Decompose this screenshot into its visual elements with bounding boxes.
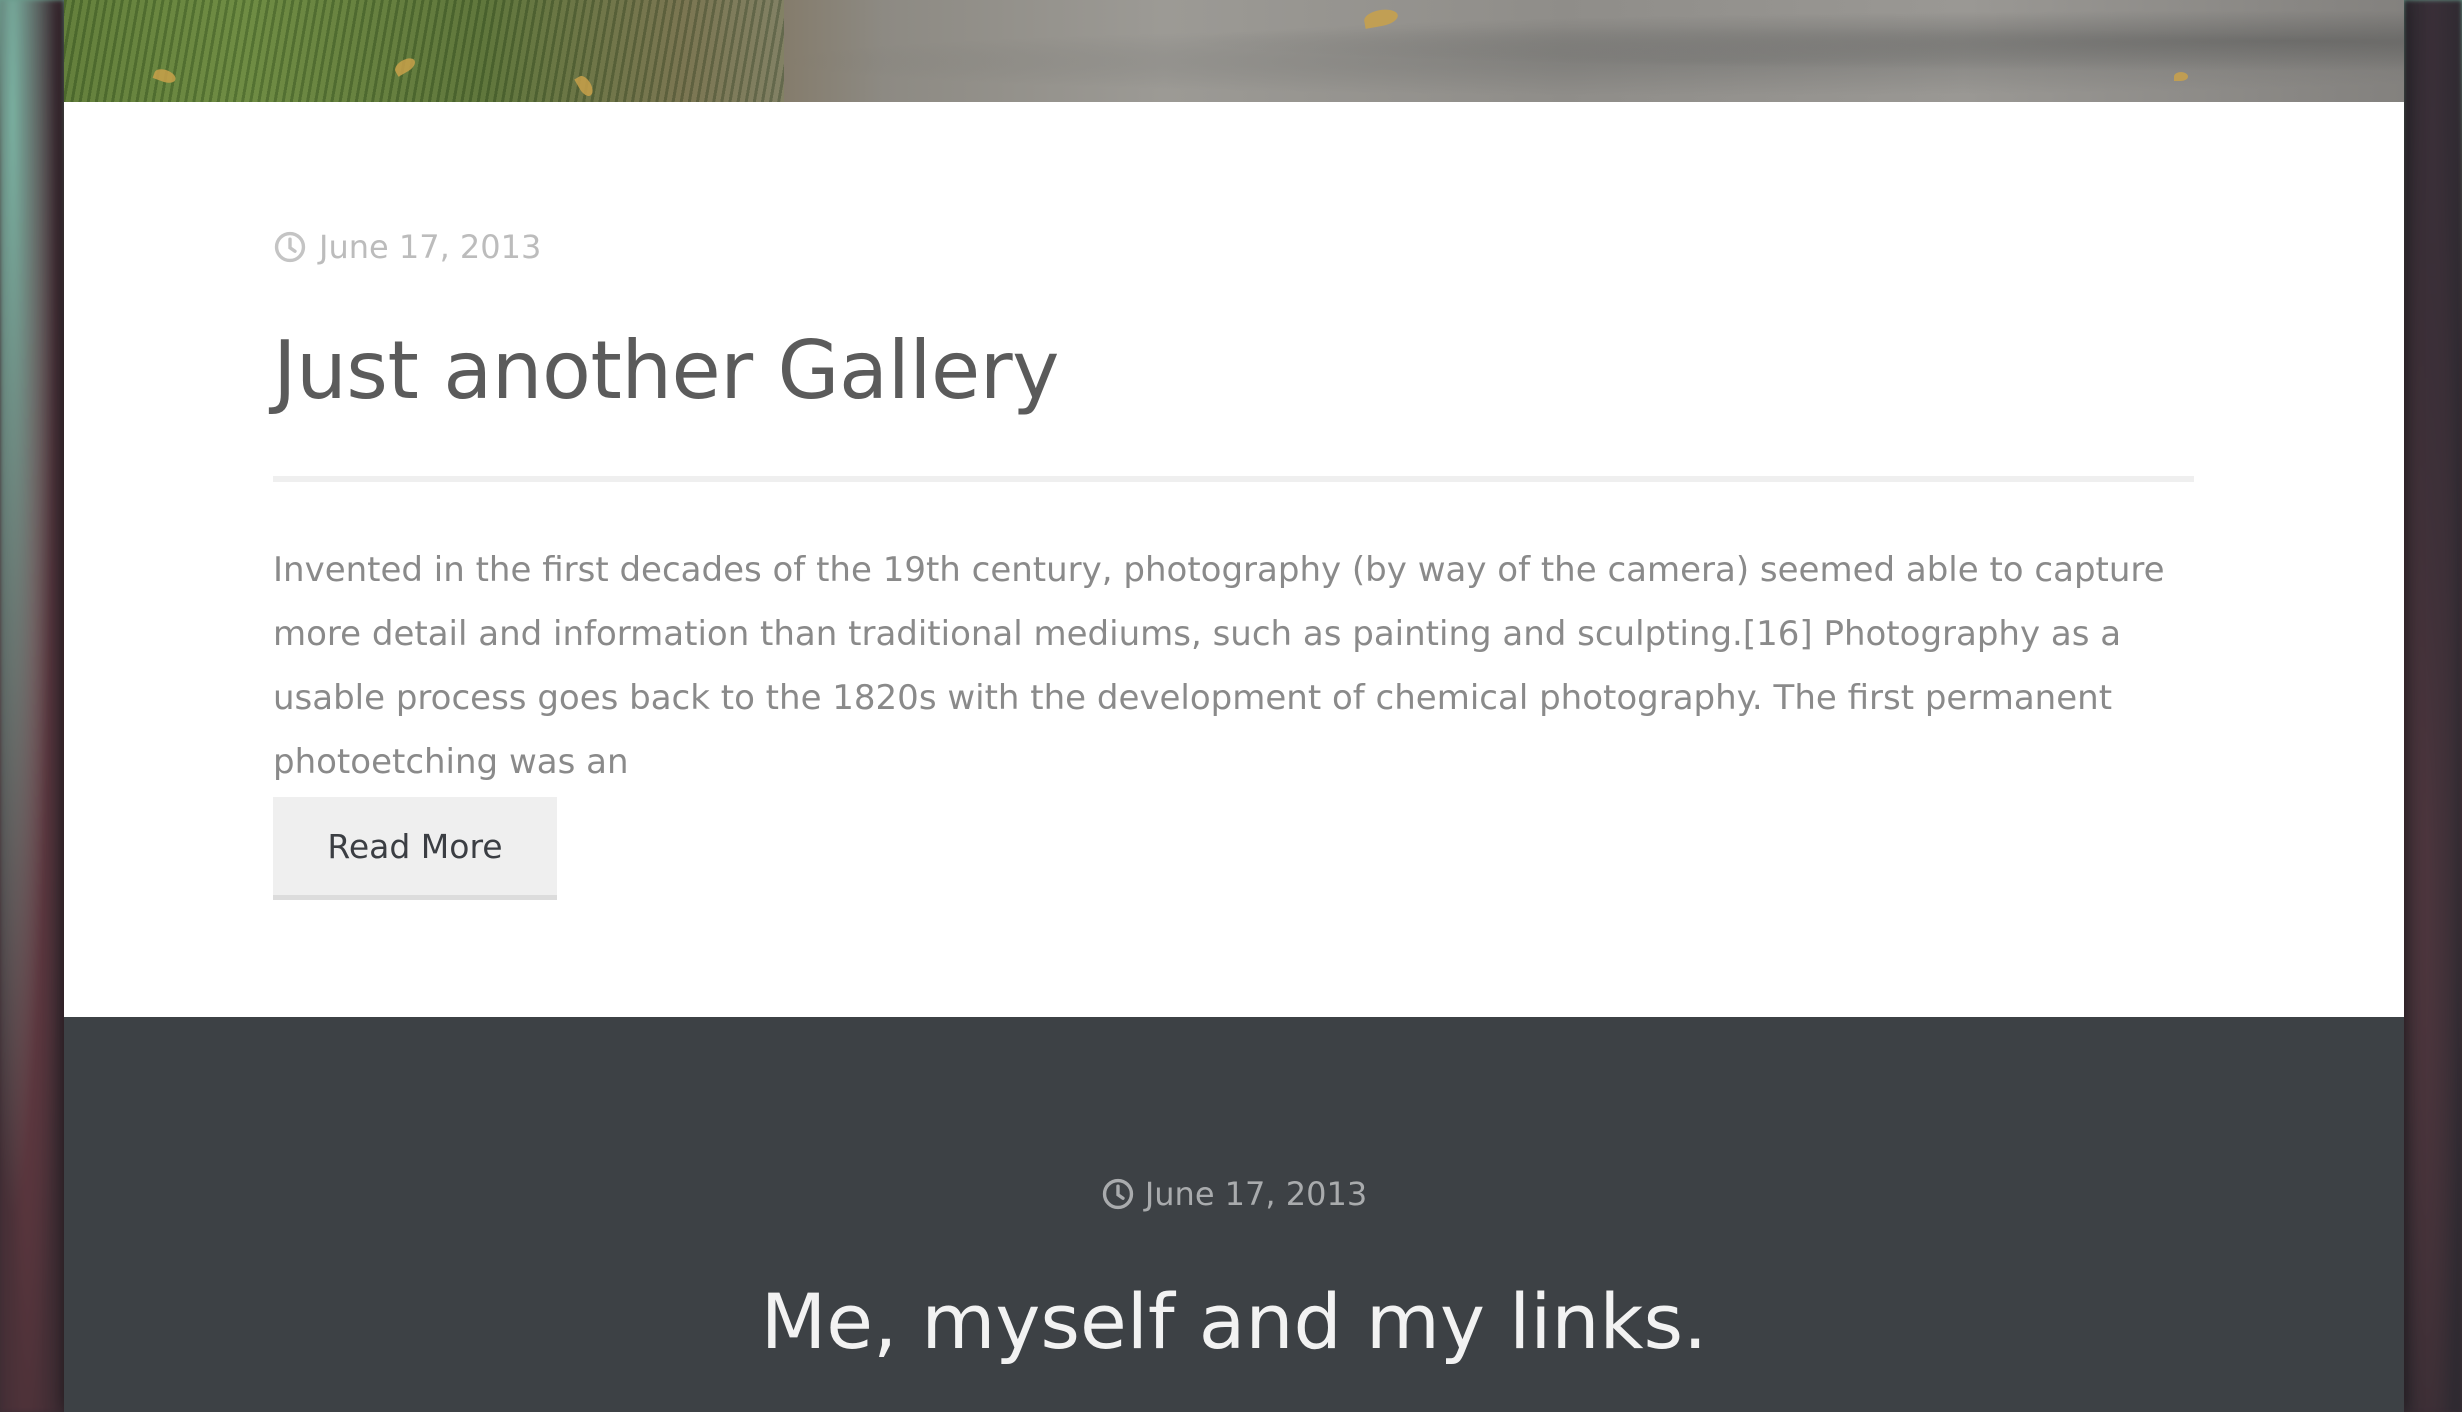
post-date: June 17, 2013 [273, 228, 541, 266]
post-me-myself-and-my-links: June 17, 2013 Me, myself and my links. [64, 1017, 2404, 1412]
post-title-link[interactable]: Just another Gallery [273, 324, 1059, 417]
grass-texture [64, 0, 784, 102]
clock-icon [274, 231, 306, 263]
background-right [2404, 0, 2462, 1412]
gallery-featured-image[interactable] [64, 0, 2404, 102]
post-title-link[interactable]: Me, myself and my links. [64, 1277, 2404, 1366]
post-date-text: June 17, 2013 [1144, 1175, 1368, 1213]
background-left [0, 0, 64, 1412]
read-more-button[interactable]: Read More [273, 797, 557, 900]
post-date-text: June 17, 2013 [319, 228, 542, 266]
leaf-decoration [1362, 7, 1400, 29]
blog-page: June 17, 2013 Just another Gallery Inven… [64, 0, 2404, 1412]
post-just-another-gallery: June 17, 2013 Just another Gallery Inven… [64, 102, 2404, 1017]
title-divider [273, 476, 2194, 482]
clock-icon [1102, 1178, 1133, 1210]
post-date: June 17, 2013 [64, 1175, 2404, 1213]
post-excerpt: Invented in the first decades of the 19t… [273, 550, 2165, 782]
leaf-decoration [2174, 72, 2188, 81]
